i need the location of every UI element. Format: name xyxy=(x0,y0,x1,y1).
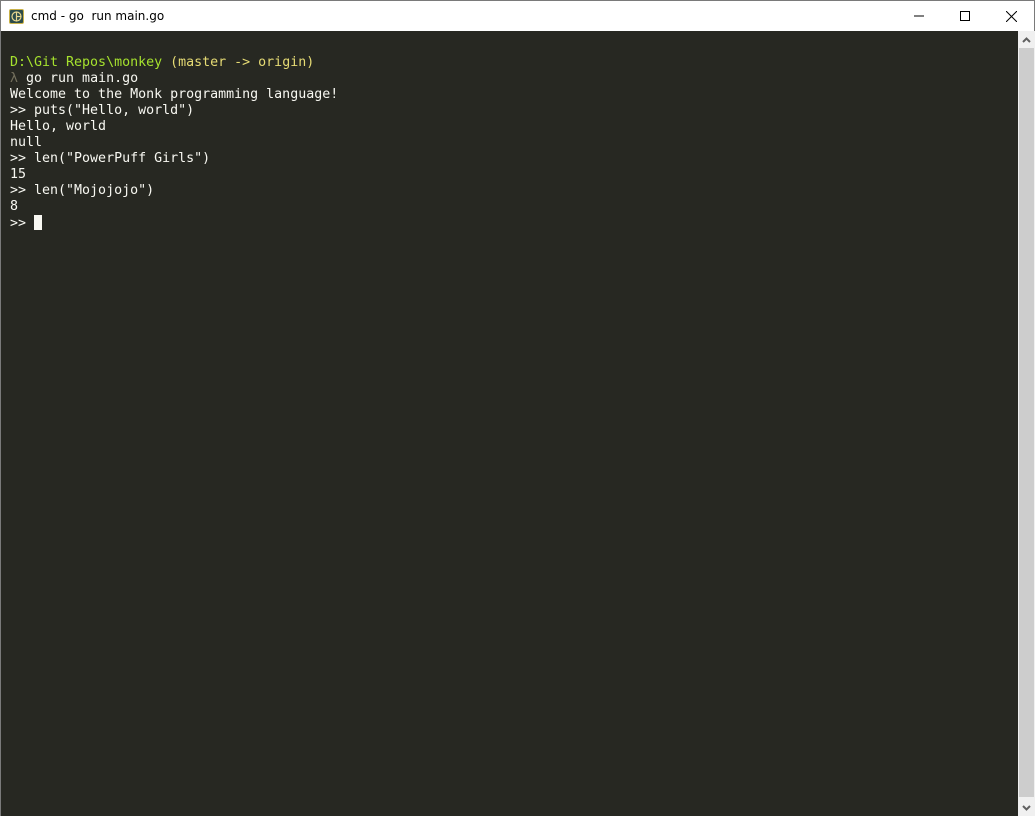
vertical-scrollbar[interactable] xyxy=(1018,31,1035,816)
terminal-output[interactable]: D:\Git Repos\monkey (master -> origin) λ… xyxy=(1,31,1018,816)
prompt-path: D:\Git Repos\monkey xyxy=(10,55,163,70)
prompt-line: D:\Git Repos\monkey (master -> origin) xyxy=(10,55,1018,71)
terminal-window: cmd - go run main.go D:\Git Repos\monkey… xyxy=(0,0,1035,816)
maximize-icon xyxy=(960,11,970,21)
minimize-icon xyxy=(914,15,924,17)
cmder-icon xyxy=(9,8,24,24)
minimize-button[interactable] xyxy=(896,1,942,31)
scroll-down-button[interactable] xyxy=(1018,799,1035,816)
close-icon xyxy=(1005,10,1017,22)
output-line: >> puts("Hello, world") xyxy=(10,103,195,118)
output-line: Hello, world xyxy=(10,119,107,134)
title-bar[interactable]: cmd - go run main.go xyxy=(1,1,1034,31)
prompt-branch: (master -> origin) xyxy=(162,55,315,70)
output-line: >> len("Mojojojo") xyxy=(10,183,155,198)
chevron-up-icon xyxy=(1022,36,1031,43)
input-line[interactable]: >> xyxy=(10,215,1018,231)
output-line: null xyxy=(10,135,43,150)
maximize-button[interactable] xyxy=(942,1,988,31)
scrollbar-thumb[interactable] xyxy=(1019,48,1034,797)
window-title: cmd - go run main.go xyxy=(31,9,165,23)
close-button[interactable] xyxy=(988,1,1034,31)
lambda-prompt: λ xyxy=(10,71,19,86)
command-text: go run main.go xyxy=(18,71,139,86)
chevron-down-icon xyxy=(1022,804,1031,811)
output-line: 8 xyxy=(10,199,19,214)
output-line: Welcome to the Monk programming language… xyxy=(10,87,339,102)
output-line: >> len("PowerPuff Girls") xyxy=(10,151,211,166)
output-line: 15 xyxy=(10,167,27,182)
text-cursor xyxy=(34,215,43,230)
repl-prompt: >> xyxy=(10,216,35,231)
command-line: λ go run main.go xyxy=(10,71,1018,87)
scroll-up-button[interactable] xyxy=(1018,31,1035,48)
